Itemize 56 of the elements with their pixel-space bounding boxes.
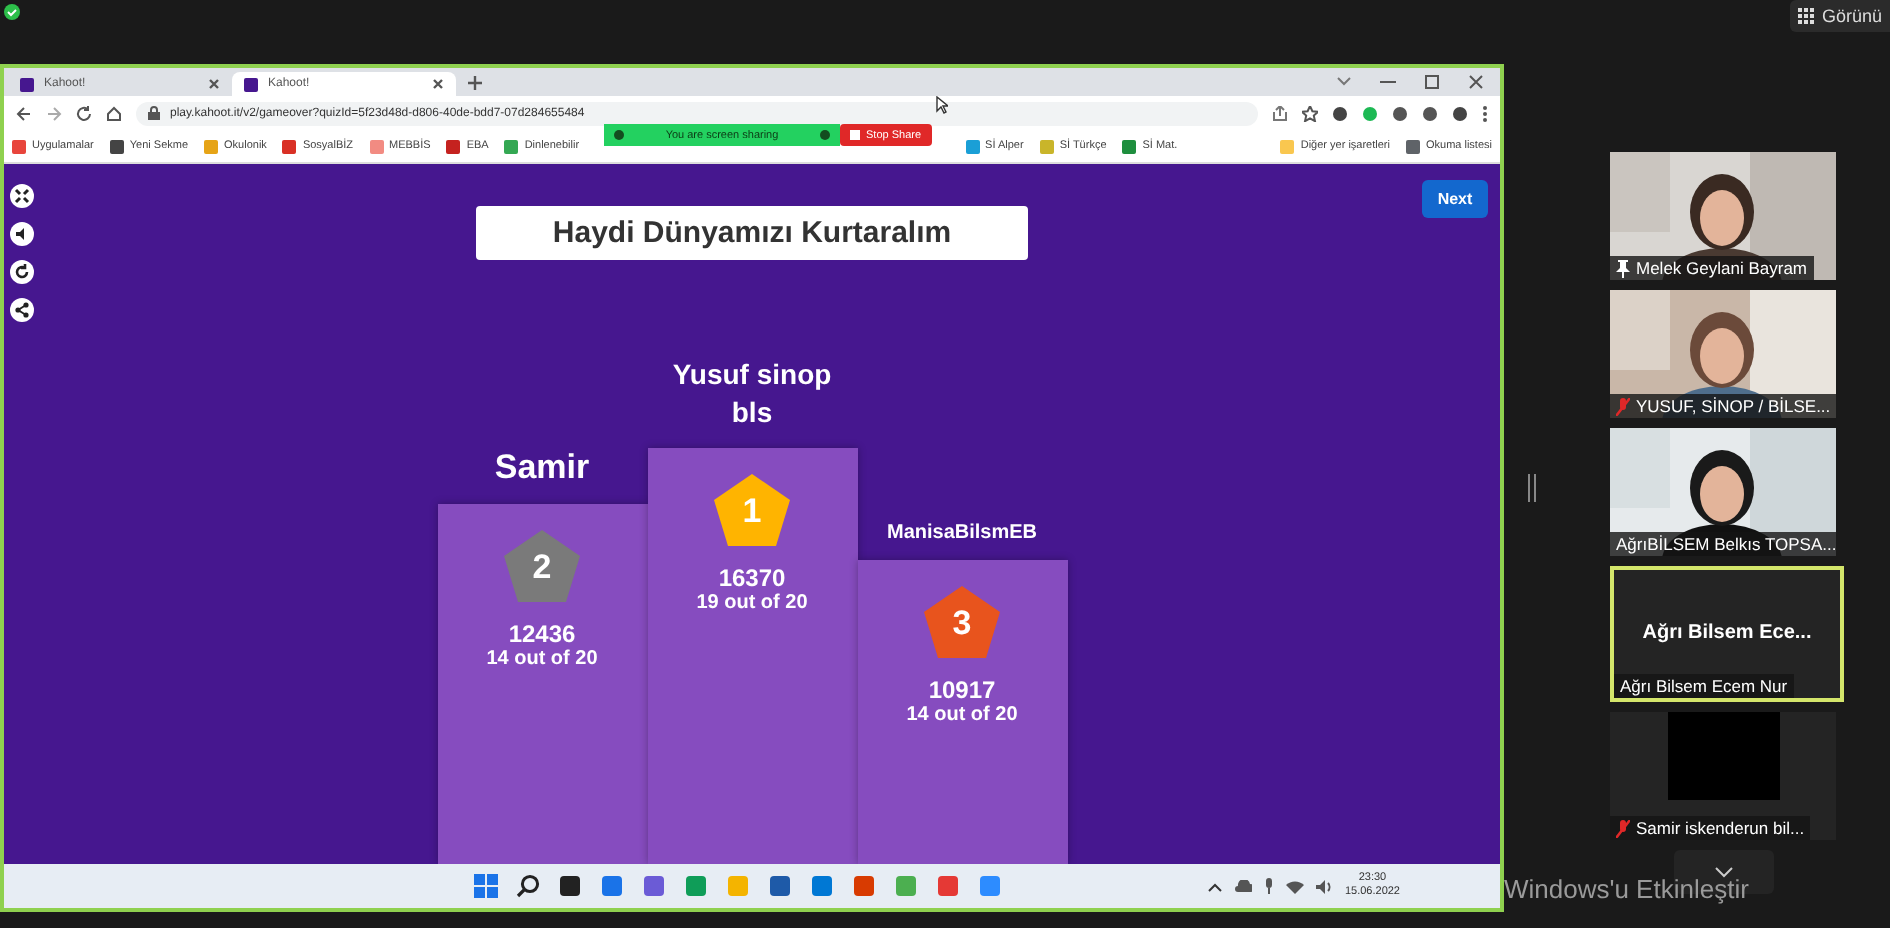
lock-icon bbox=[148, 106, 160, 120]
fullscreen-icon[interactable] bbox=[10, 184, 34, 208]
activation-notice: Windows'u Etkinleştir bbox=[1504, 874, 1749, 904]
drag-handle-icon[interactable] bbox=[1528, 474, 1536, 502]
star-icon[interactable] bbox=[1302, 105, 1318, 121]
close-icon[interactable] bbox=[208, 78, 220, 90]
reload-icon[interactable] bbox=[76, 105, 92, 121]
quiz-title: Haydi Dünyamızı Kurtaralım bbox=[476, 206, 1028, 260]
search-icon[interactable] bbox=[516, 874, 540, 898]
video-off-area bbox=[1667, 712, 1779, 800]
chevron-down-icon[interactable] bbox=[1336, 76, 1352, 88]
maximize-icon[interactable] bbox=[1424, 74, 1440, 90]
more-icon[interactable] bbox=[1482, 105, 1488, 121]
participant-name: Ağrı Bilsem Ecem Nur bbox=[1620, 676, 1788, 696]
app-icon[interactable] bbox=[768, 874, 792, 898]
next-button[interactable]: Next bbox=[1422, 180, 1488, 218]
share-icon[interactable] bbox=[10, 298, 34, 322]
display-name: Ağrı Bilsem Ece... bbox=[1640, 622, 1814, 644]
score-text: 16370 bbox=[718, 564, 786, 592]
back-arrow-icon[interactable] bbox=[16, 105, 32, 121]
cloud-icon[interactable] bbox=[1234, 880, 1253, 892]
player-name: ManisaBilsmEB bbox=[886, 522, 1038, 544]
chevron-up-icon[interactable] bbox=[1208, 881, 1223, 891]
participant-name: Samir iskenderun bil... bbox=[1636, 818, 1805, 838]
windows-logo-icon[interactable] bbox=[474, 874, 498, 898]
participant-name: Melek Geylani Bayram bbox=[1636, 258, 1808, 278]
plus-icon[interactable] bbox=[468, 76, 482, 90]
favicon-icon bbox=[20, 77, 34, 91]
rank-number: 3 bbox=[952, 606, 972, 640]
wifi-icon[interactable] bbox=[1286, 879, 1305, 893]
favicon-icon bbox=[244, 77, 258, 91]
score-text: 12436 bbox=[508, 620, 576, 648]
close-icon[interactable] bbox=[1468, 74, 1484, 90]
player-name: Yusuf sinop bls bbox=[670, 356, 834, 432]
close-icon[interactable] bbox=[432, 78, 444, 90]
speaker-icon[interactable] bbox=[1316, 879, 1333, 893]
score-text: 10917 bbox=[928, 676, 996, 704]
view-button[interactable]: Görünü bbox=[1789, 0, 1890, 32]
grid-icon bbox=[1797, 8, 1814, 24]
microphone-icon[interactable] bbox=[1264, 878, 1275, 894]
restart-icon[interactable] bbox=[10, 260, 34, 284]
minimize-icon[interactable] bbox=[1380, 76, 1396, 88]
stop-icon bbox=[850, 130, 860, 140]
rank-number: 1 bbox=[742, 494, 762, 528]
participant-name: YUSUF, SİNOP / BİLSE... bbox=[1636, 396, 1831, 416]
correct-count: 14 out of 20 bbox=[906, 704, 1018, 726]
app-icon[interactable] bbox=[558, 874, 582, 898]
speaker-icon[interactable] bbox=[10, 222, 34, 246]
check-icon bbox=[4, 4, 20, 20]
player-name: Samir bbox=[494, 448, 590, 488]
home-icon[interactable] bbox=[106, 105, 122, 121]
rank-number: 2 bbox=[532, 550, 552, 584]
chevron-down-icon bbox=[1714, 866, 1734, 878]
participant-name: AğrıBİLSEM Belkıs TOPSA... bbox=[1616, 534, 1836, 554]
correct-count: 19 out of 20 bbox=[696, 592, 808, 614]
correct-count: 14 out of 20 bbox=[486, 648, 598, 670]
